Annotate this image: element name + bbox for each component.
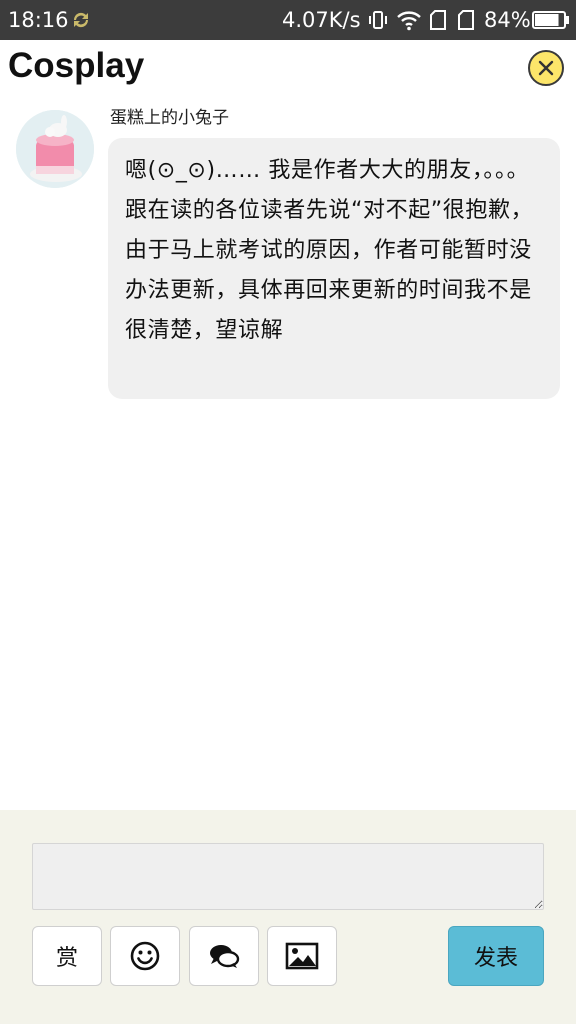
sync-icon [73, 12, 89, 28]
wifi-icon [397, 11, 421, 31]
image-icon [285, 942, 319, 970]
send-button[interactable]: 发表 [448, 926, 544, 986]
emoji-button[interactable] [110, 926, 180, 986]
close-button[interactable] [528, 50, 564, 86]
message-input[interactable] [32, 843, 544, 910]
header: Cosplay [0, 40, 576, 96]
message-bubble: 嗯(⊙_⊙)…… 我是作者大大的朋友，。。。跟在读的各位读者先说“对不起”很抱歉… [108, 138, 560, 399]
reward-label: 赏 [55, 946, 78, 971]
page-title: Cosplay [8, 46, 145, 85]
avatar[interactable] [16, 110, 94, 188]
close-icon [538, 60, 554, 76]
sender-name: 蛋糕上的小兔子 [110, 108, 229, 128]
comment-button[interactable] [189, 926, 259, 986]
status-bar: 18:16 4.07K/s 84% [0, 0, 576, 40]
image-button[interactable] [267, 926, 337, 986]
status-time: 18:16 [8, 8, 69, 32]
reward-button[interactable]: 赏 [32, 926, 102, 986]
send-label: 发表 [473, 946, 518, 971]
smiley-icon [130, 941, 160, 971]
network-speed: 4.07K/s [282, 8, 361, 32]
battery-icon [532, 11, 569, 29]
vibrate-icon [369, 11, 387, 29]
avatar-image [16, 110, 94, 188]
composer-panel: 赏 发表 [0, 810, 576, 1024]
battery-percent: 84% [484, 8, 531, 32]
message-text: 嗯(⊙_⊙)…… 我是作者大大的朋友，。。。跟在读的各位读者先说“对不起”很抱歉… [125, 158, 534, 343]
sim2-icon [458, 10, 474, 30]
chat-bubbles-icon [210, 945, 240, 968]
sim1-icon [430, 10, 446, 30]
